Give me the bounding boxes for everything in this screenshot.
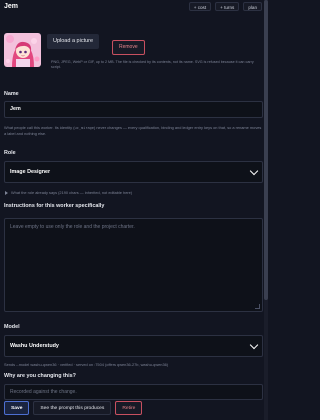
model-help: Sends --model washu-qwen36 · verified · … xyxy=(4,362,169,367)
avatar-image xyxy=(4,33,41,67)
role-label: Role xyxy=(4,150,16,156)
picture-section: Upload a picture Remove PNG, JPEG, WebP … xyxy=(4,33,262,69)
remove-picture-button[interactable]: Remove xyxy=(112,40,145,55)
resize-handle-icon[interactable] xyxy=(255,304,260,309)
picture-hint: PNG, JPEG, WebP or GIF, up to 2 MB. The … xyxy=(51,60,254,70)
see-prompt-button[interactable]: See the prompt this produces xyxy=(33,401,112,415)
model-label: Model xyxy=(4,324,20,330)
add-cost-button[interactable]: + cost xyxy=(188,2,212,11)
retire-button[interactable]: Retire xyxy=(115,401,143,415)
name-input[interactable]: Jem xyxy=(4,101,263,118)
worker-title: Jem xyxy=(4,3,19,10)
model-select[interactable]: Washu Understudy xyxy=(4,335,263,357)
reason-label: Why are you changing this? xyxy=(4,373,76,379)
instructions-placeholder: Leave empty to use only the role and the… xyxy=(10,224,135,230)
chevron-down-icon xyxy=(249,166,259,176)
save-button[interactable]: Save xyxy=(4,401,30,415)
add-turns-button[interactable]: + turns xyxy=(215,2,240,11)
role-select[interactable]: Image Designer xyxy=(4,161,263,183)
role-value: Image Designer xyxy=(10,169,51,175)
instructions-textarea[interactable]: Leave empty to use only the role and the… xyxy=(4,218,263,312)
disclosure-triangle-icon xyxy=(5,190,8,195)
name-value: Jem xyxy=(10,106,21,112)
role-disclosure[interactable]: What the role already says (2190 chars —… xyxy=(5,190,132,195)
avatar xyxy=(4,33,41,67)
role-disclosure-text: What the role already says (2190 chars —… xyxy=(11,190,133,195)
chevron-down-icon xyxy=(249,340,259,350)
panel-header: Jem + cost + turns plan xyxy=(4,0,262,13)
upload-picture-button[interactable]: Upload a picture xyxy=(47,34,100,49)
reason-input[interactable]: Recorded against the change. xyxy=(4,384,263,400)
plan-button[interactable]: plan xyxy=(243,2,262,11)
worker-id: uc_mirage xyxy=(74,126,94,130)
name-label: Name xyxy=(4,91,19,97)
action-buttons: Save See the prompt this produces Retire xyxy=(4,401,143,415)
scrollbar[interactable] xyxy=(264,0,268,420)
reason-placeholder: Recorded against the change. xyxy=(10,389,77,395)
instructions-label: Instructions for this worker specificall… xyxy=(4,203,105,209)
name-help: What people call this worker. Its identi… xyxy=(4,125,262,137)
model-value: Washu Understudy xyxy=(10,343,59,349)
scrollbar-thumb[interactable] xyxy=(264,0,268,300)
header-buttons: + cost + turns plan xyxy=(188,2,262,11)
